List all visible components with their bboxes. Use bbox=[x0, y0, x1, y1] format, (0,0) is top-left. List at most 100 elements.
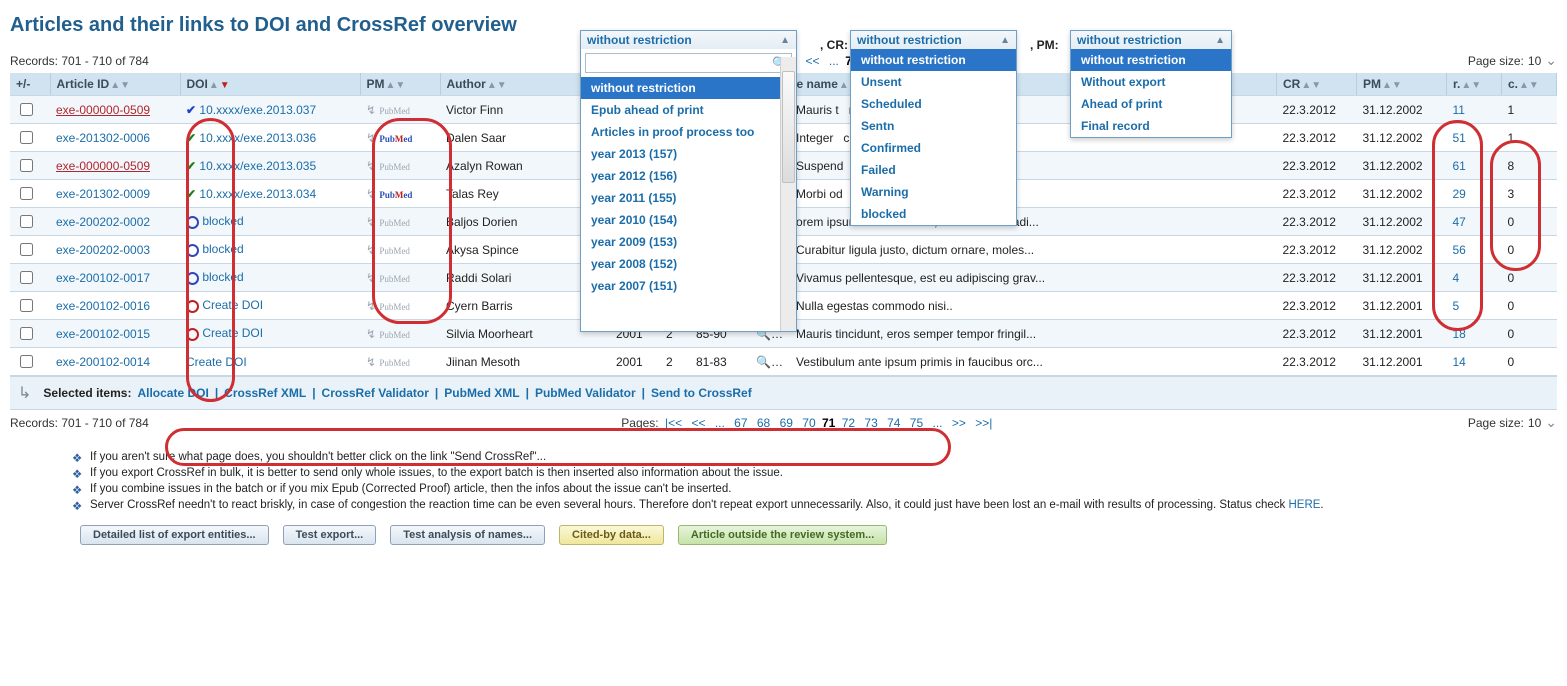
scrollbar[interactable] bbox=[780, 57, 796, 331]
r-link[interactable]: 5 bbox=[1453, 299, 1460, 313]
article-id-link[interactable]: exe-201302-0006 bbox=[56, 131, 150, 145]
chevron-up-icon[interactable]: ▲ bbox=[1215, 35, 1225, 46]
dropdown-item[interactable]: Scheduled bbox=[851, 93, 1016, 115]
magnifier-icon[interactable]: 🔍 bbox=[756, 355, 783, 369]
doi-link[interactable]: Create DOI bbox=[202, 326, 263, 340]
r-link[interactable]: 18 bbox=[1453, 327, 1466, 341]
row-checkbox[interactable] bbox=[20, 355, 33, 368]
dropdown-item[interactable]: blocked bbox=[851, 203, 1016, 225]
article-id-link[interactable]: exe-000000-0509 bbox=[56, 103, 150, 117]
dropdown-item[interactable]: Warning bbox=[851, 181, 1016, 203]
col-cr[interactable]: CR▲▼ bbox=[1277, 73, 1357, 96]
dropdown-item[interactable]: Articles in proof process too bbox=[581, 121, 796, 143]
row-checkbox[interactable] bbox=[20, 131, 33, 144]
row-checkbox[interactable] bbox=[20, 271, 33, 284]
r-link[interactable]: 11 bbox=[1453, 103, 1465, 117]
dropdown-search[interactable]: 🔍 bbox=[585, 53, 792, 73]
article-id-link[interactable]: exe-200102-0016 bbox=[56, 299, 150, 313]
pubmed-icon[interactable]: ↯ PubMed bbox=[366, 159, 410, 173]
dropdown-item[interactable]: year 2008 (152) bbox=[581, 253, 796, 275]
pubmed-icon[interactable]: ↯ PubMed bbox=[366, 355, 410, 369]
row-checkbox[interactable] bbox=[20, 159, 33, 172]
dropdown-item[interactable]: year 2009 (153) bbox=[581, 231, 796, 253]
dropdown-item[interactable]: Confirmed bbox=[851, 137, 1016, 159]
doi-link[interactable]: 10.xxxx/exe.2013.035 bbox=[199, 159, 316, 173]
dropdown-item[interactable]: without restriction bbox=[851, 49, 1016, 71]
dropdown-item[interactable]: Epub ahead of print bbox=[581, 99, 796, 121]
row-checkbox[interactable] bbox=[20, 327, 33, 340]
doi-link[interactable]: Create DOI bbox=[186, 355, 247, 369]
col-c[interactable]: c.▲▼ bbox=[1502, 73, 1557, 96]
row-checkbox[interactable] bbox=[20, 243, 33, 256]
dropdown-item[interactable]: Final record bbox=[1071, 115, 1231, 137]
dropdown-item[interactable]: year 2013 (157) bbox=[581, 143, 796, 165]
btn-outside-review[interactable]: Article outside the review system... bbox=[678, 525, 887, 545]
btn-cited-by[interactable]: Cited-by data... bbox=[559, 525, 664, 545]
btn-test-export[interactable]: Test export... bbox=[283, 525, 377, 545]
action-crossref-validator[interactable]: CrossRef Validator bbox=[322, 386, 429, 400]
dropdown-item[interactable]: year 2007 (151) bbox=[581, 275, 796, 297]
dropdown-item[interactable]: year 2010 (154) bbox=[581, 209, 796, 231]
dropdown-search-input[interactable] bbox=[586, 54, 768, 72]
dropdown-item[interactable]: without restriction bbox=[581, 77, 796, 99]
pager-prev[interactable]: << bbox=[806, 54, 820, 68]
doi-link[interactable]: 10.xxxx/exe.2013.037 bbox=[199, 103, 316, 117]
pubmed-icon[interactable]: ↯ PubMed bbox=[366, 187, 412, 201]
dropdown-item[interactable]: year 2012 (156) bbox=[581, 165, 796, 187]
dropdown-item[interactable]: year 2011 (155) bbox=[581, 187, 796, 209]
filter-main-dropdown[interactable]: without restriction▲ 🔍 without restricti… bbox=[580, 30, 797, 332]
action-crossref-xml[interactable]: CrossRef XML bbox=[224, 386, 306, 400]
article-id-link[interactable]: exe-201302-0009 bbox=[56, 187, 150, 201]
article-id-link[interactable]: exe-200102-0015 bbox=[56, 327, 150, 341]
chevron-down-icon[interactable]: ⌄ bbox=[1545, 414, 1557, 431]
pubmed-icon[interactable]: ↯ PubMed bbox=[366, 103, 410, 117]
pubmed-icon[interactable]: ↯ PubMed bbox=[366, 243, 410, 257]
col-pm2[interactable]: PM▲▼ bbox=[360, 73, 440, 96]
action-allocate-doi[interactable]: Allocate DOI bbox=[137, 386, 208, 400]
pubmed-icon[interactable]: ↯ PubMed bbox=[366, 327, 410, 341]
article-id-link[interactable]: exe-200202-0002 bbox=[56, 215, 150, 229]
r-link[interactable]: 47 bbox=[1453, 215, 1466, 229]
row-checkbox[interactable] bbox=[20, 103, 33, 116]
page-size-value[interactable]: 10 bbox=[1528, 54, 1541, 68]
dropdown-item[interactable]: Failed bbox=[851, 159, 1016, 181]
action-send-crossref[interactable]: Send to CrossRef bbox=[651, 386, 752, 400]
col-article-id[interactable]: Article ID▲▼ bbox=[50, 73, 180, 96]
r-link[interactable]: 14 bbox=[1453, 355, 1466, 369]
r-link[interactable]: 29 bbox=[1453, 187, 1466, 201]
col-pmd[interactable]: PM▲▼ bbox=[1357, 73, 1447, 96]
r-link[interactable]: 51 bbox=[1453, 131, 1466, 145]
pubmed-icon[interactable]: ↯ PubMed bbox=[366, 215, 410, 229]
r-link[interactable]: 4 bbox=[1453, 271, 1460, 285]
r-link[interactable]: 61 bbox=[1453, 159, 1466, 173]
action-pubmed-validator[interactable]: PubMed Validator bbox=[535, 386, 636, 400]
doi-link[interactable]: 10.xxxx/exe.2013.036 bbox=[199, 131, 316, 145]
pubmed-icon[interactable]: ↯ PubMed bbox=[366, 131, 412, 145]
article-id-link[interactable]: exe-200102-0017 bbox=[56, 271, 150, 285]
dropdown-item[interactable]: without restriction bbox=[1071, 49, 1231, 71]
btn-test-names[interactable]: Test analysis of names... bbox=[390, 525, 545, 545]
article-id-link[interactable]: exe-200102-0014 bbox=[56, 355, 150, 369]
col-r[interactable]: r.▲▼ bbox=[1447, 73, 1502, 96]
doi-link[interactable]: Create DOI bbox=[202, 298, 263, 312]
pubmed-icon[interactable]: ↯ PubMed bbox=[366, 299, 410, 313]
chevron-up-icon[interactable]: ▲ bbox=[780, 35, 790, 46]
filter-cr-dropdown[interactable]: without restriction▲ without restriction… bbox=[850, 30, 1017, 226]
doi-link[interactable]: 10.xxxx/exe.2013.034 bbox=[199, 187, 316, 201]
col-doi[interactable]: DOI▲▼ bbox=[180, 73, 360, 96]
article-id-link[interactable]: exe-200202-0003 bbox=[56, 243, 150, 257]
doi-link[interactable]: blocked bbox=[202, 270, 243, 284]
r-link[interactable]: 56 bbox=[1453, 243, 1466, 257]
row-checkbox[interactable] bbox=[20, 215, 33, 228]
dropdown-item[interactable]: Sentn bbox=[851, 115, 1016, 137]
row-checkbox[interactable] bbox=[20, 299, 33, 312]
dropdown-item[interactable]: Without export bbox=[1071, 71, 1231, 93]
btn-detailed-list[interactable]: Detailed list of export entities... bbox=[80, 525, 269, 545]
doi-link[interactable]: blocked bbox=[202, 242, 243, 256]
here-link[interactable]: HERE bbox=[1288, 499, 1320, 511]
chevron-up-icon[interactable]: ▲ bbox=[1000, 35, 1010, 46]
dropdown-item[interactable]: Unsent bbox=[851, 71, 1016, 93]
article-id-link[interactable]: exe-000000-0509 bbox=[56, 159, 150, 173]
col-pm[interactable]: +/- bbox=[10, 73, 50, 96]
pubmed-icon[interactable]: ↯ PubMed bbox=[366, 271, 410, 285]
